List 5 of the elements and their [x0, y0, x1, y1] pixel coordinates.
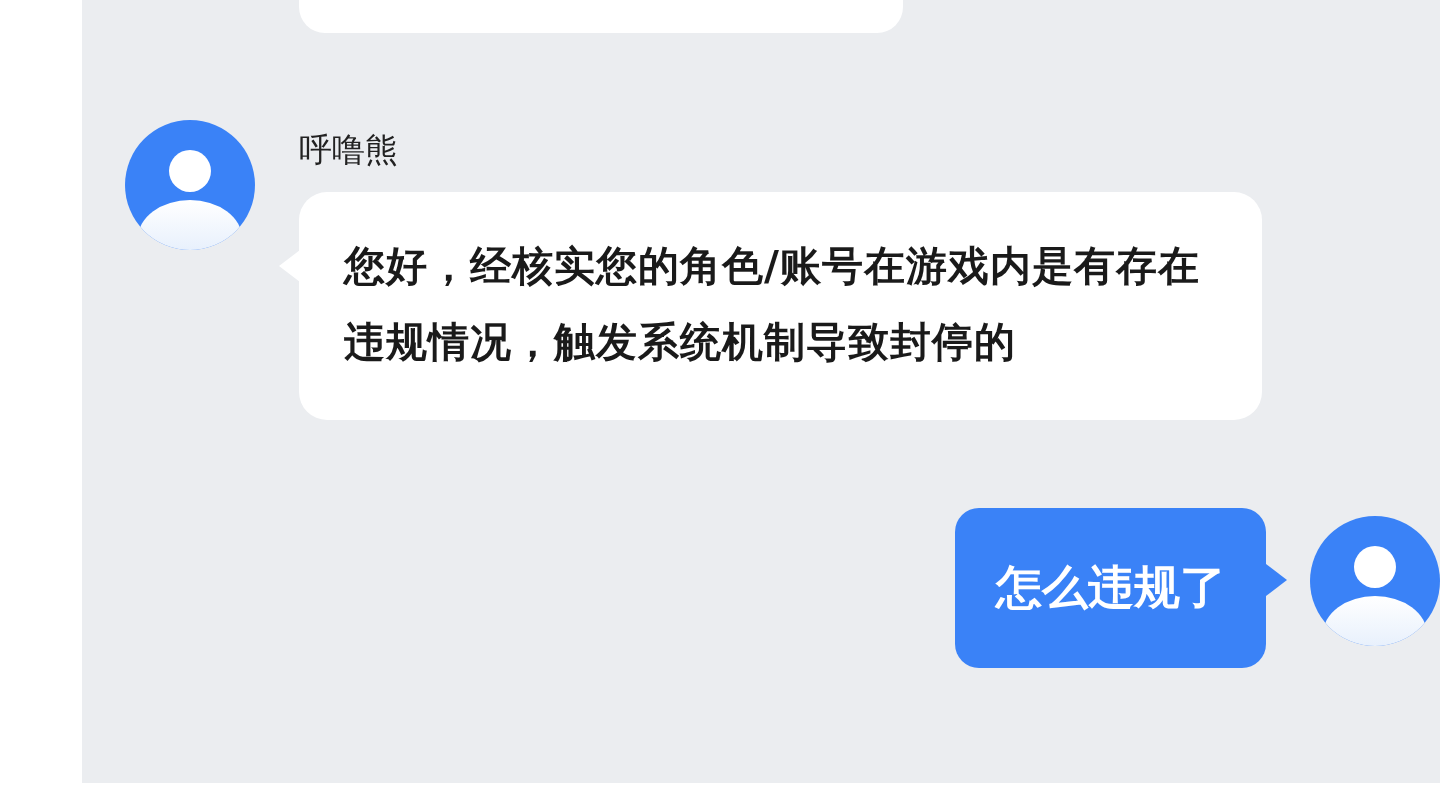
avatar-icon: [1310, 516, 1440, 646]
message-text: 您好，经核实您的角色/账号在游戏内是有存在违规情况，触发系统机制导致封停的: [344, 241, 1201, 368]
avatar-icon: [125, 120, 255, 250]
message-text: 怎么违规了: [995, 559, 1226, 616]
sender-name: 呼噜熊: [299, 130, 399, 170]
